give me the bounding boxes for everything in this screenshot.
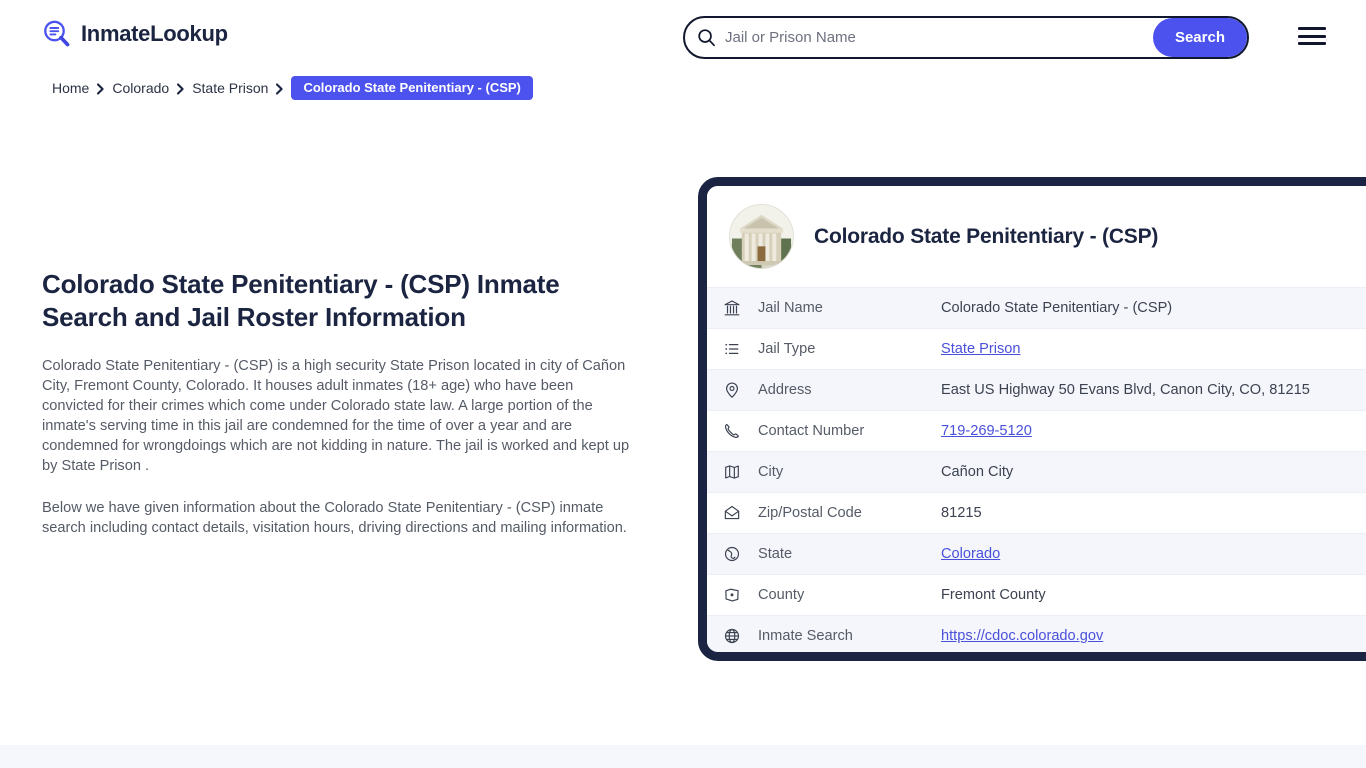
info-label: County <box>758 587 804 603</box>
footer-strip <box>0 745 1366 768</box>
magnifier-list-icon <box>42 19 72 49</box>
breadcrumb-current: Colorado State Penitentiary - (CSP) <box>291 76 532 100</box>
chevron-right-icon <box>176 82 185 94</box>
chevron-right-icon <box>275 82 284 94</box>
info-label: Jail Type <box>758 341 815 357</box>
site-logo[interactable]: InmateLookup <box>42 19 228 49</box>
info-row-jail-name: Jail Name Colorado State Penitentiary - … <box>707 287 1366 328</box>
info-label: Contact Number <box>758 423 864 439</box>
hamburger-menu-icon[interactable] <box>1298 24 1326 48</box>
page-title: Colorado State Penitentiary - (CSP) Inma… <box>42 268 638 334</box>
info-value: Colorado State Penitentiary - (CSP) <box>941 300 1172 316</box>
map-icon <box>723 463 741 481</box>
info-value: Cañon City <box>941 464 1013 480</box>
site-logo-text: InmateLookup <box>81 23 228 45</box>
breadcrumb-item-colorado[interactable]: Colorado <box>112 80 169 96</box>
info-row-county: County Fremont County <box>707 574 1366 615</box>
info-row-inmate-search: Inmate Search https://cdoc.colorado.gov <box>707 615 1366 656</box>
info-row-state: State Colorado <box>707 533 1366 574</box>
web-icon <box>723 627 741 645</box>
facility-info-card: Colorado State Penitentiary - (CSP) Jail… <box>698 177 1366 661</box>
hamburger-bar <box>1298 27 1326 30</box>
info-label: City <box>758 464 783 480</box>
info-value-link-jail-type[interactable]: State Prison <box>941 341 1021 357</box>
list-icon <box>723 340 741 358</box>
info-row-city: City Cañon City <box>707 451 1366 492</box>
info-value: 81215 <box>941 505 982 521</box>
info-value-link-state[interactable]: Colorado <box>941 546 1000 562</box>
info-label: Jail Name <box>758 300 823 316</box>
chevron-right-icon <box>96 82 105 94</box>
info-row-zip-code: Zip/Postal Code 81215 <box>707 492 1366 533</box>
info-label: Address <box>758 382 812 398</box>
phone-icon <box>723 422 741 440</box>
info-value-link-inmate-search[interactable]: https://cdoc.colorado.gov <box>941 628 1103 644</box>
breadcrumb-item-state-prison[interactable]: State Prison <box>192 80 268 96</box>
facility-card-header: Colorado State Penitentiary - (CSP) <box>707 186 1366 287</box>
breadcrumb: Home Colorado State Prison Colorado Stat… <box>52 76 533 100</box>
info-value-link-phone[interactable]: 719-269-5120 <box>941 423 1032 439</box>
info-value: East US Highway 50 Evans Blvd, Canon Cit… <box>941 382 1310 398</box>
info-row-address: Address East US Highway 50 Evans Blvd, C… <box>707 369 1366 410</box>
intro-paragraph: Colorado State Penitentiary - (CSP) is a… <box>42 356 638 476</box>
courthouse-building-photo <box>729 204 794 269</box>
search-icon <box>697 28 716 47</box>
search-bar[interactable]: Search <box>683 16 1249 59</box>
hamburger-bar <box>1298 35 1326 38</box>
info-row-jail-type: Jail Type State Prison <box>707 328 1366 369</box>
article-column: Colorado State Penitentiary - (CSP) Inma… <box>42 268 638 538</box>
globe-icon <box>723 545 741 563</box>
info-value: Fremont County <box>941 587 1046 603</box>
bank-icon <box>723 299 741 317</box>
info-label: Inmate Search <box>758 628 853 644</box>
search-input[interactable] <box>716 18 1153 57</box>
info-label: Zip/Postal Code <box>758 505 862 521</box>
secondary-paragraph: Below we have given information about th… <box>42 498 638 538</box>
search-button[interactable]: Search <box>1153 18 1247 57</box>
hamburger-bar <box>1298 42 1326 45</box>
region-icon <box>723 586 741 604</box>
facility-card-title: Colorado State Penitentiary - (CSP) <box>814 225 1158 249</box>
envelope-icon <box>723 504 741 522</box>
site-header: InmateLookup Search <box>0 0 1366 74</box>
info-label: State <box>758 546 792 562</box>
info-row-contact-number: Contact Number 719-269-5120 <box>707 410 1366 451</box>
map-pin-icon <box>723 381 741 399</box>
breadcrumb-item-home[interactable]: Home <box>52 80 89 96</box>
